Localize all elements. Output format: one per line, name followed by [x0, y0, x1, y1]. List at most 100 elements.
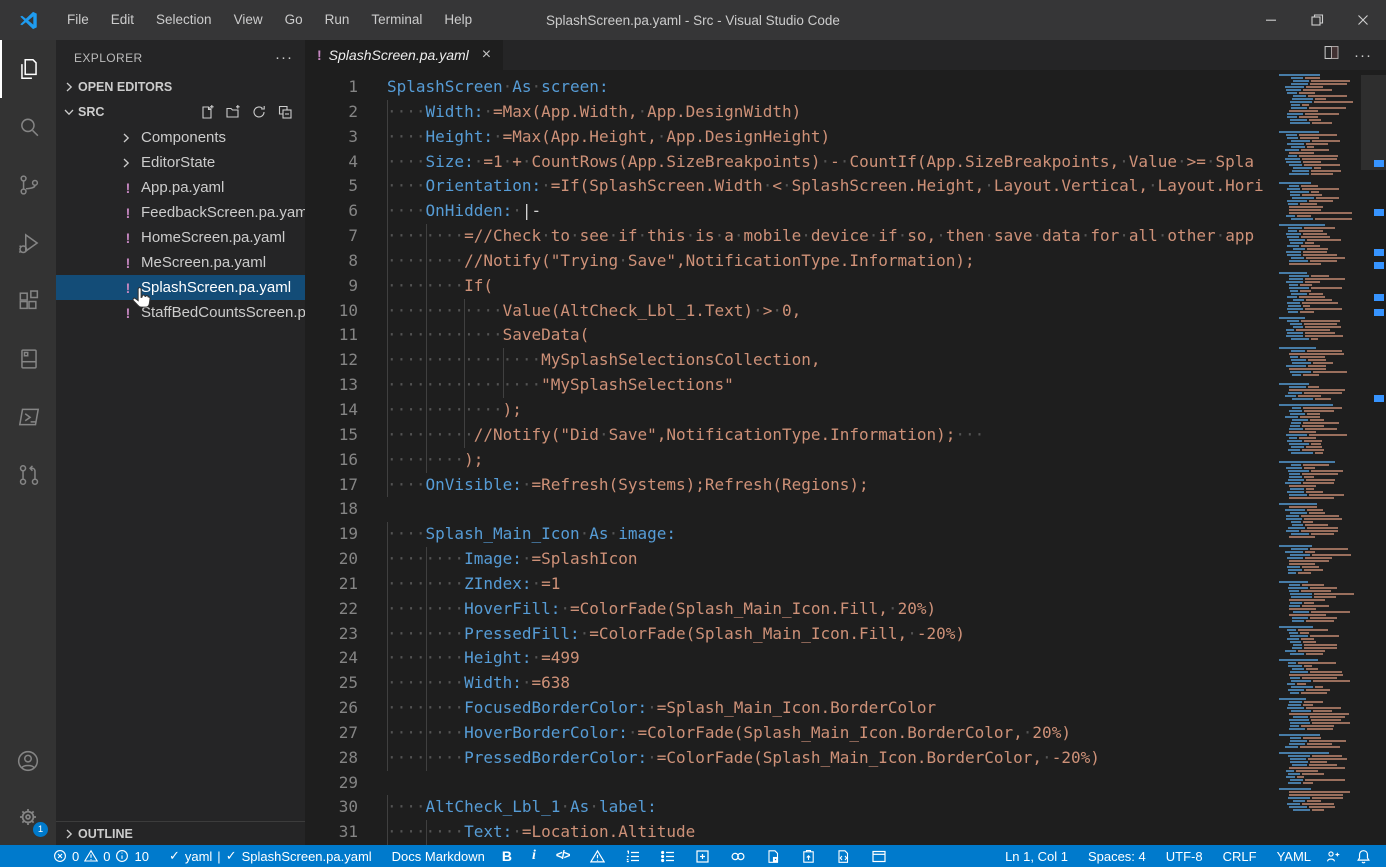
- code-line-14[interactable]: 14············);: [305, 398, 1277, 423]
- code-line-10[interactable]: 10············Value(AltCheck_Lbl_1.Text)…: [305, 299, 1277, 324]
- clipboard-paste-icon[interactable]: [791, 845, 826, 867]
- code-line-27[interactable]: 27········HoverBorderColor:·=ColorFade(S…: [305, 721, 1277, 746]
- table-icon[interactable]: [685, 845, 720, 867]
- code-editor[interactable]: 1SplashScreen·As·screen:2····Width:·=Max…: [305, 70, 1277, 845]
- code-line-2[interactable]: 2····Width:·=Max(App.Width,·App.DesignWi…: [305, 100, 1277, 125]
- docs-markdown-status[interactable]: Docs Markdown: [385, 845, 492, 867]
- explorer-icon[interactable]: [0, 40, 56, 98]
- code-line-19[interactable]: 19····Splash_Main_Icon·As·image:: [305, 522, 1277, 547]
- tab-label: SplashScreen.pa.yaml: [329, 47, 469, 63]
- code-line-15[interactable]: 15·········//Notify("Did·Save",Notificat…: [305, 423, 1277, 448]
- open-editors-section[interactable]: OPEN EDITORS: [56, 75, 305, 99]
- cursor-position[interactable]: Ln 1, Col 1: [998, 845, 1075, 867]
- bulleted-list-icon[interactable]: [650, 845, 685, 867]
- file-item-App.pa.yaml[interactable]: !App.pa.yaml: [56, 175, 305, 200]
- problems-status[interactable]: 0 0 10: [46, 845, 156, 867]
- italic-icon[interactable]: i: [522, 845, 546, 867]
- file-item-EditorState[interactable]: EditorState: [56, 150, 305, 175]
- menu-file[interactable]: File: [56, 6, 100, 34]
- file-item-Components[interactable]: Components: [56, 125, 305, 150]
- code-line-29[interactable]: 29: [305, 771, 1277, 796]
- new-folder-icon[interactable]: [225, 104, 241, 120]
- tab-splashscreen[interactable]: ! SplashScreen.pa.yaml ×: [305, 40, 503, 70]
- code-line-20[interactable]: 20········Image:·=SplashIcon: [305, 547, 1277, 572]
- indentation-status[interactable]: Spaces: 4: [1081, 845, 1153, 867]
- language-mode[interactable]: YAML: [1270, 845, 1318, 867]
- file-item-FeedbackScreen.pa.yaml[interactable]: !FeedbackScreen.pa.yaml: [56, 200, 305, 225]
- menu-edit[interactable]: Edit: [100, 6, 145, 34]
- indent-guide: [387, 174, 388, 199]
- file-save-icon[interactable]: [756, 845, 791, 867]
- sidebar-more-actions-icon[interactable]: ···: [275, 49, 293, 66]
- code-line-31[interactable]: 31········Text:·=Location.Altitude: [305, 820, 1277, 845]
- tab-close-icon[interactable]: ×: [482, 46, 491, 64]
- file-item-SplashScreen.pa.yaml[interactable]: !SplashScreen.pa.yaml: [56, 275, 305, 300]
- eol-status[interactable]: CRLF: [1216, 845, 1264, 867]
- scrollbar-slider[interactable]: [1361, 75, 1386, 170]
- menu-selection[interactable]: Selection: [145, 6, 223, 34]
- file-item-MeScreen.pa.yaml[interactable]: !MeScreen.pa.yaml: [56, 250, 305, 275]
- more-actions-icon[interactable]: ···: [1354, 47, 1372, 64]
- code-line-4[interactable]: 4····Size:·=1·+·CountRows(App.SizeBreakp…: [305, 150, 1277, 175]
- code-line-30[interactable]: 30····AltCheck_Lbl_1·As·label:: [305, 795, 1277, 820]
- new-file-icon[interactable]: [199, 104, 215, 120]
- minimap[interactable]: [1277, 70, 1361, 845]
- code-line-8[interactable]: 8········//Notify("Trying·Save",Notifica…: [305, 249, 1277, 274]
- code-line-18[interactable]: 18: [305, 497, 1277, 522]
- menu-run[interactable]: Run: [314, 6, 361, 34]
- minimize-button[interactable]: [1248, 0, 1294, 40]
- notebook-icon[interactable]: [0, 330, 56, 388]
- menu-help[interactable]: Help: [433, 6, 483, 34]
- run-debug-icon[interactable]: [0, 214, 56, 272]
- outline-section[interactable]: OUTLINE: [56, 821, 305, 845]
- refresh-icon[interactable]: [251, 104, 267, 120]
- code-line-22[interactable]: 22········HoverFill:·=ColorFade(Splash_M…: [305, 597, 1277, 622]
- window-icon[interactable]: [861, 845, 897, 867]
- code-line-21[interactable]: 21········ZIndex:·=1: [305, 572, 1277, 597]
- alert-icon[interactable]: [580, 845, 615, 867]
- source-control-icon[interactable]: [0, 156, 56, 214]
- numbered-list-icon[interactable]: [615, 845, 650, 867]
- code-line-11[interactable]: 11············SaveData(: [305, 323, 1277, 348]
- code-line-12[interactable]: 12················MySplashSelectionsColl…: [305, 348, 1277, 373]
- code-line-25[interactable]: 25········Width:·=638: [305, 671, 1277, 696]
- settings-gear-icon[interactable]: 1: [0, 789, 56, 845]
- code-line-9[interactable]: 9········If(: [305, 274, 1277, 299]
- menu-go[interactable]: Go: [274, 6, 314, 34]
- src-section[interactable]: SRC: [56, 99, 305, 125]
- code-line-28[interactable]: 28········PressedBorderColor:·=ColorFade…: [305, 746, 1277, 771]
- bell-icon[interactable]: [1349, 845, 1378, 867]
- accounts-icon[interactable]: [0, 733, 56, 789]
- encoding-status[interactable]: UTF-8: [1159, 845, 1210, 867]
- code-line-13[interactable]: 13················"MySplashSelections": [305, 373, 1277, 398]
- overview-ruler[interactable]: [1361, 70, 1386, 845]
- github-pull-requests-icon[interactable]: [0, 446, 56, 504]
- link-icon[interactable]: [720, 845, 756, 867]
- terminal-shell-icon[interactable]: [0, 388, 56, 446]
- close-button[interactable]: [1340, 0, 1386, 40]
- code-line-1[interactable]: 1SplashScreen·As·screen:: [305, 75, 1277, 100]
- code-line-5[interactable]: 5····Orientation:·=If(SplashScreen.Width…: [305, 174, 1277, 199]
- file-item-StaffBedCountsScreen.pa.yaml[interactable]: !StaffBedCountsScreen.pa.yaml: [56, 300, 305, 325]
- search-icon[interactable]: [0, 98, 56, 156]
- file-code-icon[interactable]: [826, 845, 861, 867]
- file-item-HomeScreen.pa.yaml[interactable]: !HomeScreen.pa.yaml: [56, 225, 305, 250]
- code-line-17[interactable]: 17····OnVisible:·=Refresh(Systems);Refre…: [305, 473, 1277, 498]
- feedback-icon[interactable]: [1318, 845, 1349, 867]
- extensions-icon[interactable]: [0, 272, 56, 330]
- collapse-all-icon[interactable]: [277, 104, 293, 120]
- code-line-24[interactable]: 24········Height:·=499: [305, 646, 1277, 671]
- bold-icon[interactable]: B: [492, 845, 522, 867]
- split-editor-icon[interactable]: [1323, 44, 1340, 66]
- code-line-7[interactable]: 7········=//Check·to·see·if·this·is·a·mo…: [305, 224, 1277, 249]
- menu-view[interactable]: View: [223, 6, 274, 34]
- menu-terminal[interactable]: Terminal: [360, 6, 433, 34]
- code-line-6[interactable]: 6····OnHidden:·|-: [305, 199, 1277, 224]
- code-icon[interactable]: </>: [546, 845, 580, 867]
- yaml-schema-status[interactable]: ✓ yaml | ✓ SplashScreen.pa.yaml: [162, 845, 379, 867]
- restore-button[interactable]: [1294, 0, 1340, 40]
- code-line-16[interactable]: 16········);: [305, 448, 1277, 473]
- code-line-26[interactable]: 26········FocusedBorderColor:·=Splash_Ma…: [305, 696, 1277, 721]
- code-line-3[interactable]: 3····Height:·=Max(App.Height,·App.Design…: [305, 125, 1277, 150]
- code-line-23[interactable]: 23········PressedFill:·=ColorFade(Splash…: [305, 622, 1277, 647]
